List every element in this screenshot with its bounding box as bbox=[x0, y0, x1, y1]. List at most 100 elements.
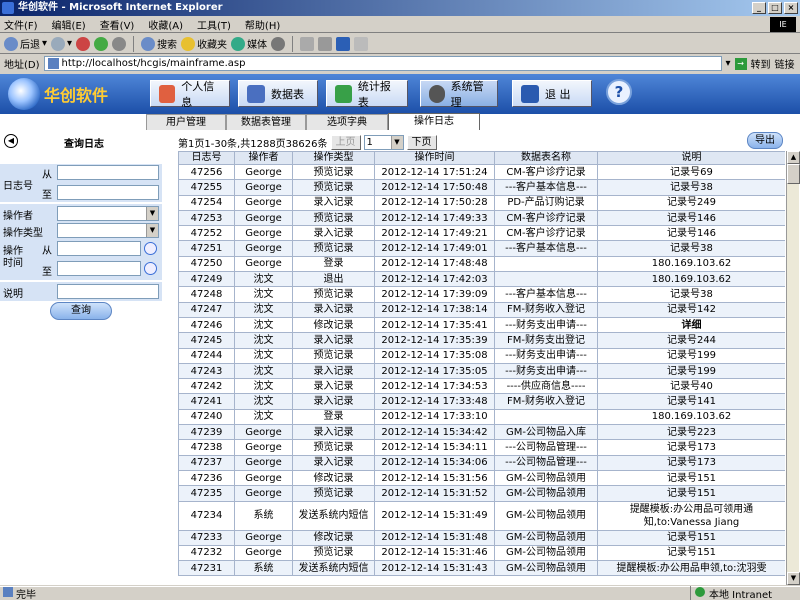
stop-icon[interactable] bbox=[76, 36, 91, 51]
table-cell: 录入记录 bbox=[292, 194, 375, 211]
minimize-button[interactable]: _ bbox=[752, 2, 766, 14]
user-icon bbox=[159, 84, 176, 103]
operator-select[interactable]: ▼ bbox=[57, 206, 159, 221]
col-table-name[interactable]: 数据表名称 bbox=[494, 151, 598, 165]
address-input[interactable]: http://localhost/hcgis/mainframe.asp bbox=[43, 56, 722, 71]
back-button[interactable]: 后退 ▾ bbox=[4, 36, 47, 51]
col-op-type[interactable]: 操作类型 bbox=[292, 151, 375, 165]
table-cell: 47232 bbox=[178, 544, 235, 562]
op-time-from-input[interactable] bbox=[57, 241, 141, 256]
table-row[interactable]: 47241 沈文 录入记录 2012-12-14 17:33:48 FM-财务收入登记记… bbox=[178, 393, 785, 410]
media-button[interactable]: 媒体 bbox=[231, 36, 267, 51]
table-row[interactable]: 47238 George 预览记录 2012-12-14 15:34:11 ---公司物… bbox=[178, 439, 785, 456]
maximize-button[interactable]: □ bbox=[768, 2, 782, 14]
table-cell: 沈文 bbox=[234, 347, 293, 364]
table-row[interactable]: 47240 沈文 登录 2012-12-14 17:33:10 180.169.103.… bbox=[178, 408, 785, 426]
menu-file[interactable]: 文件(F) bbox=[4, 17, 38, 32]
export-button[interactable]: 导出 bbox=[747, 132, 783, 149]
table-row[interactable]: 47251 George 预览记录 2012-12-14 17:49:01 ---客户基… bbox=[178, 240, 785, 257]
discuss-icon[interactable] bbox=[354, 36, 369, 51]
nav-logout[interactable]: 退 出 bbox=[512, 80, 592, 107]
table-row[interactable]: 47250 George 登录 2012-12-14 17:48:48 180.169.… bbox=[178, 255, 785, 273]
favorites-button[interactable]: 收藏夹 bbox=[181, 36, 227, 51]
op-type-select[interactable]: ▼ bbox=[57, 223, 159, 238]
table-row[interactable]: 47248 沈文 预览记录 2012-12-14 17:39:09 ---客户基本信息-… bbox=[178, 286, 785, 303]
print-icon[interactable] bbox=[318, 36, 333, 51]
close-button[interactable]: × bbox=[784, 2, 798, 14]
table-row[interactable]: 47231 系统 发送系统内短信 2012-12-14 15:31:43 GM-公司物品… bbox=[178, 560, 785, 577]
menu-edit[interactable]: 编辑(E) bbox=[52, 17, 86, 32]
nav-system-admin[interactable]: 系统管理 bbox=[420, 80, 498, 109]
table-row[interactable]: 47233 George 修改记录 2012-12-14 15:31:48 GM-公司物… bbox=[178, 529, 785, 546]
scroll-thumb[interactable] bbox=[787, 164, 800, 184]
home-icon[interactable] bbox=[112, 36, 127, 51]
go-arrow-icon[interactable]: → bbox=[734, 57, 747, 70]
main-content: ◀ 查询日志 日志号 从 至 操作者 ▼ 操作类型 ▼ 操作 时间 从 至 说明… bbox=[0, 130, 800, 585]
nav-data-tables[interactable]: 数据表 bbox=[238, 80, 318, 107]
scroll-up-icon[interactable]: ▲ bbox=[787, 151, 800, 164]
grid-icon bbox=[247, 84, 265, 103]
prev-page-button[interactable]: 上页 bbox=[330, 134, 361, 150]
page-select[interactable]: 1 ▼ bbox=[363, 134, 404, 150]
log-no-from-input[interactable] bbox=[57, 165, 159, 180]
table-row[interactable]: 47246 沈文 修改记录 2012-12-14 17:35:41 ---财务支出申请-… bbox=[178, 316, 785, 334]
chevron-down-icon: ▼ bbox=[146, 207, 158, 220]
query-button[interactable]: 查询 bbox=[50, 302, 112, 320]
table-row[interactable]: 47254 George 录入记录 2012-12-14 17:50:28 PD-产品订… bbox=[178, 194, 785, 211]
clock-icon[interactable] bbox=[144, 262, 157, 275]
help-button[interactable]: ? bbox=[606, 79, 632, 105]
address-dropdown[interactable]: ▾ bbox=[726, 58, 731, 69]
menu-view[interactable]: 查看(V) bbox=[100, 17, 135, 32]
table-row[interactable]: 47235 George 预览记录 2012-12-14 15:31:52 GM-公司物… bbox=[178, 485, 785, 502]
table-row[interactable]: 47252 George 录入记录 2012-12-14 17:49:21 CM-客户诊… bbox=[178, 225, 785, 242]
tab-operation-log[interactable]: 操作日志 bbox=[388, 113, 480, 130]
table-cell: GM-公司物品入库 bbox=[494, 424, 598, 441]
col-log-no[interactable]: 日志号 bbox=[178, 151, 235, 165]
search-button[interactable]: 搜索 bbox=[141, 36, 177, 51]
vertical-scrollbar[interactable]: ▲ ▼ bbox=[786, 151, 800, 585]
table-row[interactable]: 47237 George 录入记录 2012-12-14 15:34:06 ---公司物… bbox=[178, 454, 785, 471]
refresh-icon[interactable] bbox=[94, 36, 109, 51]
nav-statistics[interactable]: 统计报表 bbox=[326, 80, 408, 109]
word-icon[interactable] bbox=[336, 36, 351, 51]
title-bar: 华创软件 - Microsoft Internet Explorer _ □ × bbox=[0, 0, 800, 16]
forward-button[interactable]: ▾ bbox=[51, 36, 72, 51]
log-no-to-input[interactable] bbox=[57, 185, 159, 200]
col-description[interactable]: 说明 bbox=[597, 151, 785, 165]
table-row[interactable]: 47256 George 预览记录 2012-12-14 17:51:24 CM-客户诊… bbox=[178, 163, 785, 181]
tab-option-dictionary[interactable]: 选项字典 bbox=[306, 114, 388, 130]
table-cell: George bbox=[234, 179, 293, 196]
col-op-time[interactable]: 操作时间 bbox=[374, 151, 495, 165]
tab-user-management[interactable]: 用户管理 bbox=[146, 114, 226, 130]
table-row[interactable]: 47244 沈文 预览记录 2012-12-14 17:35:08 ---财务支出申请-… bbox=[178, 347, 785, 364]
table-row[interactable]: 47245 沈文 录入记录 2012-12-14 17:35:39 FM-财务支出登记记… bbox=[178, 332, 785, 349]
table-cell: FM-财务收入登记 bbox=[494, 393, 598, 410]
go-button[interactable]: 转到 bbox=[751, 56, 771, 71]
mail-icon[interactable] bbox=[300, 36, 315, 51]
table-row[interactable]: 47249 沈文 退出 2012-12-14 17:42:03 180.169.103.… bbox=[178, 271, 785, 288]
menu-help[interactable]: 帮助(H) bbox=[245, 17, 280, 32]
table-row[interactable]: 47242 沈文 录入记录 2012-12-14 17:34:53 ----供应商信息-… bbox=[178, 378, 785, 395]
desc-input[interactable] bbox=[57, 284, 159, 299]
table-row[interactable]: 47243 沈文 录入记录 2012-12-14 17:35:05 ---财务支出申请-… bbox=[178, 362, 785, 380]
table-row[interactable]: 47236 George 修改记录 2012-12-14 15:31:56 GM-公司物… bbox=[178, 469, 785, 487]
next-page-button[interactable]: 下页 bbox=[406, 134, 437, 150]
table-row[interactable]: 47247 沈文 录入记录 2012-12-14 17:38:14 FM-财务收入登记记… bbox=[178, 301, 785, 318]
col-operator[interactable]: 操作者 bbox=[234, 151, 293, 165]
menu-favorites[interactable]: 收藏(A) bbox=[148, 17, 183, 32]
table-row[interactable]: 47255 George 预览记录 2012-12-14 17:50:48 ---客户基… bbox=[178, 179, 785, 196]
menu-tools[interactable]: 工具(T) bbox=[197, 17, 231, 32]
tab-table-management[interactable]: 数据表管理 bbox=[226, 114, 306, 130]
op-time-to-input[interactable] bbox=[57, 261, 141, 276]
table-row[interactable]: 47253 George 预览记录 2012-12-14 17:49:33 CM-客户诊… bbox=[178, 209, 785, 227]
nav-personal-info[interactable]: 个人信息 bbox=[150, 80, 230, 109]
history-icon[interactable] bbox=[271, 36, 286, 51]
table-cell[interactable]: 详细 bbox=[597, 316, 785, 334]
scroll-down-icon[interactable]: ▼ bbox=[787, 572, 800, 585]
links-button[interactable]: 链接 bbox=[775, 56, 795, 71]
collapse-arrow-icon[interactable]: ◀ bbox=[4, 134, 18, 148]
table-row[interactable]: 47239 George 录入记录 2012-12-14 15:34:42 GM-公司物… bbox=[178, 424, 785, 441]
table-row[interactable]: 47232 George 预览记录 2012-12-14 15:31:46 GM-公司物… bbox=[178, 544, 785, 562]
table-row[interactable]: 47234 系统 发送系统内短信 2012-12-14 15:31:49 GM-公司物品… bbox=[178, 500, 785, 531]
clock-icon[interactable] bbox=[144, 242, 157, 255]
